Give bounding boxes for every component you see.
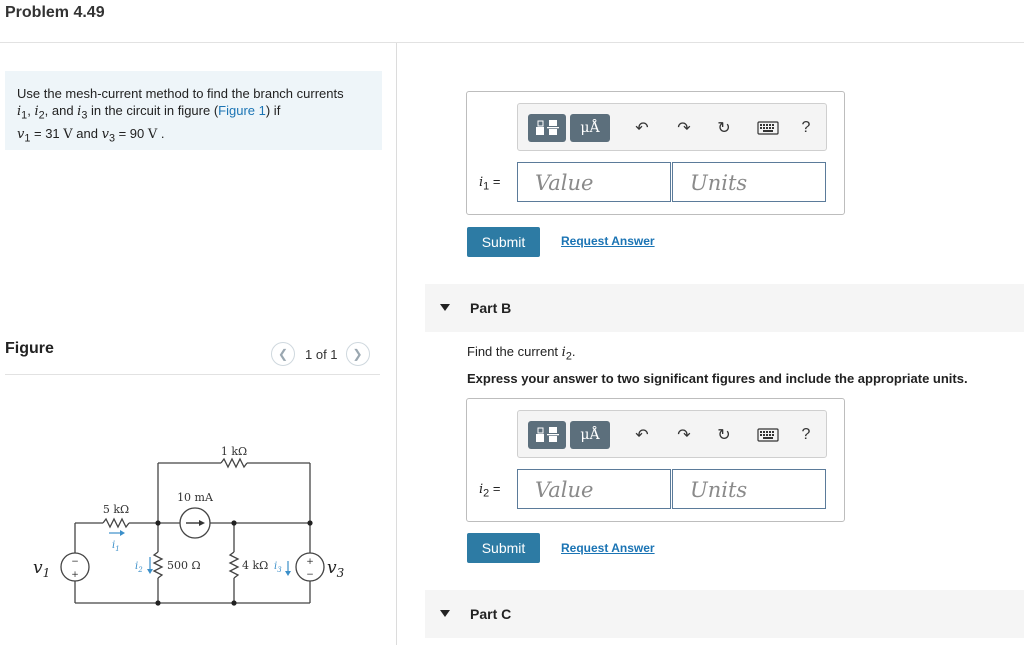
undo-icon[interactable]: ↶ (630, 114, 654, 142)
label-i3: i3 (274, 561, 282, 574)
answer-box-a: μÅ ↶ ↷ ↻ ? i1 = Value Units (466, 91, 845, 215)
figure-label: Figure (5, 340, 54, 357)
submit-button[interactable]: Submit (467, 227, 540, 257)
q-text: Find the current (467, 344, 562, 359)
column-divider (396, 43, 397, 645)
arrow-i2-head (147, 569, 153, 574)
node (231, 520, 237, 526)
label-v1-sub: 1 (43, 566, 51, 580)
part-b-instruction: Express your answer to two significant f… (467, 371, 968, 386)
part-b-header[interactable]: Part B (425, 284, 1024, 332)
resistor-5k (102, 517, 130, 529)
var-eq: = (489, 174, 501, 189)
label-r-left: 5 kΩ (103, 503, 129, 516)
keyboard-icon[interactable] (754, 421, 782, 449)
unit-v: V (147, 126, 158, 142)
chevron-left-icon[interactable]: ❮ (271, 342, 295, 366)
prompt-text: Use the mesh-current method to find the … (17, 86, 344, 101)
prompt-text: and (72, 125, 102, 141)
node (155, 520, 161, 526)
label-v1: v1 (33, 558, 50, 580)
q-text: . (571, 344, 576, 359)
redo-icon[interactable]: ↷ (672, 114, 696, 142)
label-r-mid: 500 Ω (167, 559, 201, 572)
label-v1-plus: + (71, 570, 79, 580)
label-v3-minus: − (306, 570, 314, 580)
submit-button[interactable]: Submit (467, 533, 540, 563)
var-eq: = (489, 481, 501, 496)
problem-title: Problem 4.49 (5, 4, 105, 21)
units-button[interactable]: μÅ (570, 421, 610, 449)
math-toolbar: μÅ ↶ ↷ ↻ ? (517, 410, 827, 458)
label-i3-sub: 3 (277, 566, 282, 574)
caret-down-icon (440, 610, 450, 617)
page: Problem 4.49 Use the mesh-current method… (0, 0, 1024, 645)
node (307, 520, 313, 526)
part-c-header[interactable]: Part C (425, 590, 1024, 638)
variable-label: i1 = (479, 174, 500, 193)
label-v3-plus: + (306, 557, 314, 567)
caret-down-icon (440, 304, 450, 311)
keyboard-icon[interactable] (754, 114, 782, 142)
prompt-text: , and (44, 103, 78, 118)
help-button[interactable]: ? (794, 421, 818, 449)
part-b-question: Find the current i2. (467, 344, 575, 363)
value-input[interactable]: Value (517, 469, 671, 509)
label-v1-var: v (33, 558, 43, 578)
help-button[interactable]: ? (794, 114, 818, 142)
node (231, 600, 237, 606)
request-answer-link[interactable]: Request Answer (561, 234, 655, 248)
prompt-text: in the circuit in figure ( (87, 103, 219, 118)
node (155, 600, 161, 606)
templates-icon[interactable] (528, 114, 566, 142)
label-v1-minus: − (71, 557, 79, 567)
label-i1-sub: 1 (115, 545, 119, 553)
value-input[interactable]: Value (517, 162, 671, 202)
figure-link[interactable]: Figure 1 (218, 103, 266, 118)
label-cs: 10 mA (177, 491, 214, 504)
figure-divider (5, 374, 380, 375)
unit-v: V (63, 126, 73, 142)
arrow-i1-head (120, 530, 125, 536)
label-r-right: 4 kΩ (242, 559, 268, 572)
label-v3-var: v (327, 558, 337, 578)
label-r-top: 1 kΩ (221, 445, 247, 458)
prompt-text: ) if (265, 103, 281, 118)
prompt-text: . (157, 125, 165, 141)
label-i2-sub: 2 (137, 566, 143, 574)
part-c-title: Part C (470, 606, 512, 622)
label-v3: v3 (327, 558, 345, 580)
resistor-1k (220, 457, 248, 469)
header-divider (0, 42, 1024, 43)
units-input[interactable]: Units (672, 469, 826, 509)
reset-icon[interactable]: ↻ (712, 114, 736, 142)
variable-label: i2 = (479, 481, 500, 500)
label-i1: i1 (112, 540, 120, 553)
units-button[interactable]: μÅ (570, 114, 610, 142)
prompt-text: = 90 (114, 125, 148, 141)
request-answer-link[interactable]: Request Answer (561, 541, 655, 555)
reset-icon[interactable]: ↻ (712, 421, 736, 449)
undo-icon[interactable]: ↶ (630, 421, 654, 449)
figure-counter: 1 of 1 (305, 346, 338, 362)
redo-icon[interactable]: ↷ (672, 421, 696, 449)
answer-box-b: μÅ ↶ ↷ ↻ ? i2 = Value Units (466, 398, 845, 522)
math-toolbar: μÅ ↶ ↷ ↻ ? (517, 103, 827, 151)
label-i2: i2 (135, 561, 143, 574)
chevron-right-icon[interactable]: ❯ (345, 342, 370, 366)
templates-icon[interactable] (528, 421, 566, 449)
problem-prompt: Use the mesh-current method to find the … (5, 71, 382, 150)
figure-pager: ❮ 1 of 1 ❯ (271, 342, 370, 366)
label-v3-sub: 3 (337, 566, 345, 580)
part-b-title: Part B (470, 300, 512, 316)
units-input[interactable]: Units (672, 162, 826, 202)
prompt-text: = 31 (30, 125, 64, 141)
var-v3: v (101, 126, 109, 142)
arrow-head (199, 520, 205, 526)
resistor-500 (152, 551, 164, 579)
resistor-4k (228, 551, 240, 579)
arrow-i3-head (285, 571, 291, 576)
circuit-diagram: 1 kΩ 5 kΩ 10 mA 500 Ω 4 kΩ i1 i2 i3 v1 v… (33, 445, 345, 606)
